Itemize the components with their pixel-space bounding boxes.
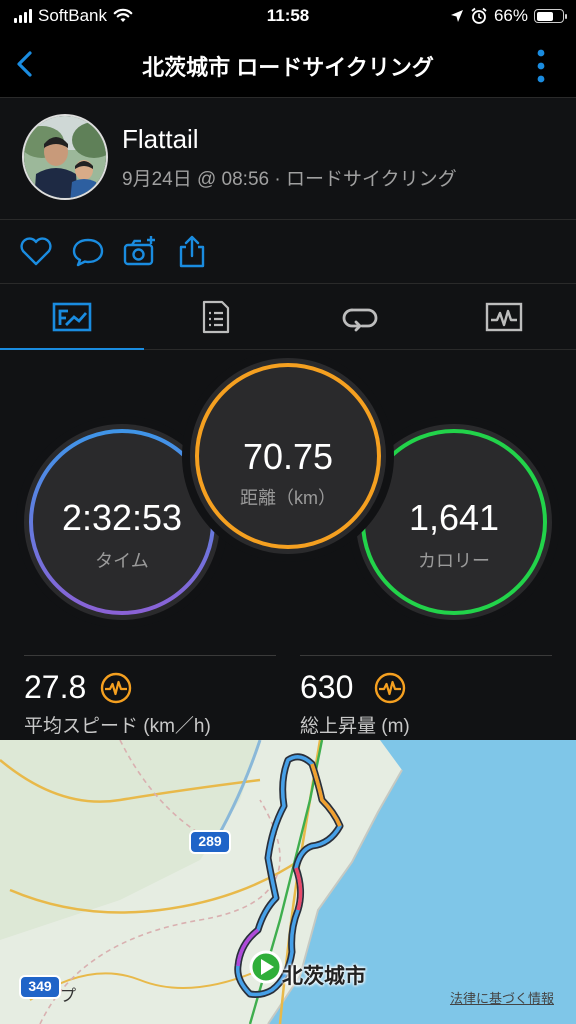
more-options-icon[interactable] bbox=[536, 48, 546, 84]
route-map[interactable]: 289 349 北茨城市 プ 法律に基づく情報 bbox=[0, 740, 576, 1024]
zone-pulse-icon bbox=[100, 672, 132, 704]
avg-speed-label: 平均スピード (km／h) bbox=[24, 716, 211, 737]
comment-icon[interactable] bbox=[70, 234, 106, 270]
tab-laps[interactable] bbox=[288, 284, 432, 350]
document-list-icon bbox=[202, 300, 230, 334]
distance-ring: 70.75 距離（km） bbox=[190, 358, 386, 554]
metric-divider bbox=[300, 655, 552, 656]
location-arrow-icon bbox=[450, 10, 463, 22]
action-bar bbox=[0, 220, 576, 284]
alarm-icon bbox=[471, 7, 487, 24]
map-city-label: 北茨城市 bbox=[282, 965, 366, 988]
battery-icon bbox=[534, 9, 567, 23]
battery-percent: 66% bbox=[493, 6, 528, 25]
elevation-gain-label: 総上昇量 (m) bbox=[300, 716, 410, 737]
maps-attribution: プ bbox=[60, 988, 77, 1005]
stats-panel: 2:32:53 タイム 1,641 カロリー 70.75 距離（km） 27.8… bbox=[0, 350, 576, 740]
metric-divider bbox=[24, 655, 276, 656]
distance-label: 距離（km） bbox=[240, 488, 336, 508]
add-photo-icon[interactable] bbox=[122, 234, 158, 270]
tab-charts[interactable] bbox=[432, 284, 576, 350]
legal-info-link[interactable]: 法律に基づく情報 bbox=[450, 988, 554, 1007]
route-shield-289: 289 bbox=[198, 833, 222, 849]
laps-loop-icon bbox=[342, 308, 378, 332]
back-icon[interactable] bbox=[8, 46, 44, 82]
user-name[interactable]: Flattail bbox=[122, 124, 199, 155]
overview-chart-icon bbox=[52, 302, 92, 332]
graph-chart-icon bbox=[485, 302, 523, 332]
page-title: 北茨城市 ロードサイクリング bbox=[142, 55, 434, 80]
share-icon[interactable] bbox=[174, 234, 210, 270]
tab-overview[interactable] bbox=[0, 284, 144, 351]
avatar[interactable] bbox=[22, 114, 108, 200]
activity-meta: 9月24日 @ 08:56 · ロードサイクリング bbox=[122, 169, 457, 190]
route-shield-349: 349 bbox=[28, 978, 52, 994]
distance-value: 70.75 bbox=[242, 436, 334, 477]
tab-bar bbox=[0, 284, 576, 351]
battery-fill bbox=[536, 11, 553, 21]
nav-bar: 北茨城市 ロードサイクリング bbox=[0, 32, 576, 98]
status-right: 66% bbox=[450, 6, 567, 26]
elevation-gain-value: 630 bbox=[300, 669, 354, 705]
status-bar: SoftBank 11:58 66% bbox=[0, 0, 576, 32]
zone-pulse-icon bbox=[374, 672, 406, 704]
avg-speed-value: 27.8 bbox=[24, 669, 87, 705]
tab-details[interactable] bbox=[144, 284, 288, 350]
like-heart-icon[interactable] bbox=[18, 234, 54, 270]
activity-header: Flattail 9月24日 @ 08:56 · ロードサイクリング bbox=[0, 98, 576, 220]
